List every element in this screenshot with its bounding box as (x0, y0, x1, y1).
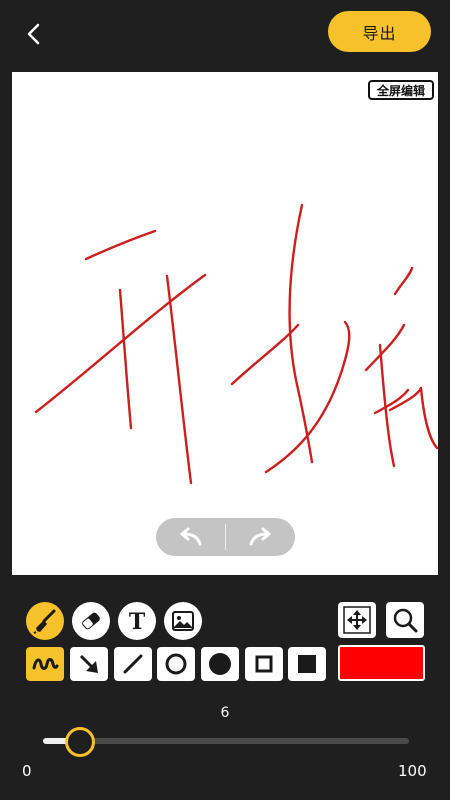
redo-icon (249, 527, 271, 546)
slider-max-label: 100 (398, 762, 427, 780)
circle-filled-tool-button[interactable] (201, 647, 239, 681)
move-tool-button[interactable] (338, 602, 376, 638)
circle-outline-tool-button[interactable] (157, 647, 195, 681)
size-slider-thumb[interactable] (64, 727, 95, 757)
text-icon: T (129, 609, 146, 634)
undo-icon (180, 527, 202, 546)
search-icon (393, 608, 418, 633)
image-icon (172, 611, 194, 631)
image-tool-button[interactable] (164, 602, 202, 640)
square-filled-icon (298, 655, 316, 673)
svg-text:T: T (129, 609, 146, 634)
text-tool-button[interactable]: T (118, 602, 156, 640)
line-icon (123, 654, 143, 674)
eraser-tool-button[interactable] (72, 602, 110, 640)
freehand-icon (32, 658, 59, 670)
redo-button[interactable] (227, 518, 295, 556)
color-picker-swatch[interactable] (338, 645, 425, 681)
undo-button[interactable] (156, 518, 224, 556)
freehand-tool-button[interactable] (26, 647, 64, 681)
line-tool-button[interactable] (114, 647, 152, 681)
size-slider-track[interactable] (43, 738, 409, 744)
square-outline-icon (255, 655, 273, 673)
eraser-icon (82, 612, 100, 630)
circle-outline-icon (165, 653, 187, 675)
brush-tool-button[interactable] (26, 602, 64, 640)
circle-filled-icon (209, 653, 231, 675)
arrow-tool-button[interactable] (70, 647, 108, 681)
undo-redo-pill (156, 518, 295, 556)
zoom-button[interactable] (386, 602, 424, 638)
move-arrows-icon (343, 606, 371, 634)
square-filled-tool-button[interactable] (288, 647, 326, 681)
arrow-icon (79, 654, 98, 673)
size-value: 6 (220, 705, 230, 721)
square-outline-tool-button[interactable] (245, 647, 283, 681)
slider-min-label: 0 (22, 762, 32, 780)
brush-icon (33, 609, 56, 634)
fullscreen-edit-button[interactable]: 全屏编辑 (368, 80, 434, 100)
divider (225, 524, 226, 550)
